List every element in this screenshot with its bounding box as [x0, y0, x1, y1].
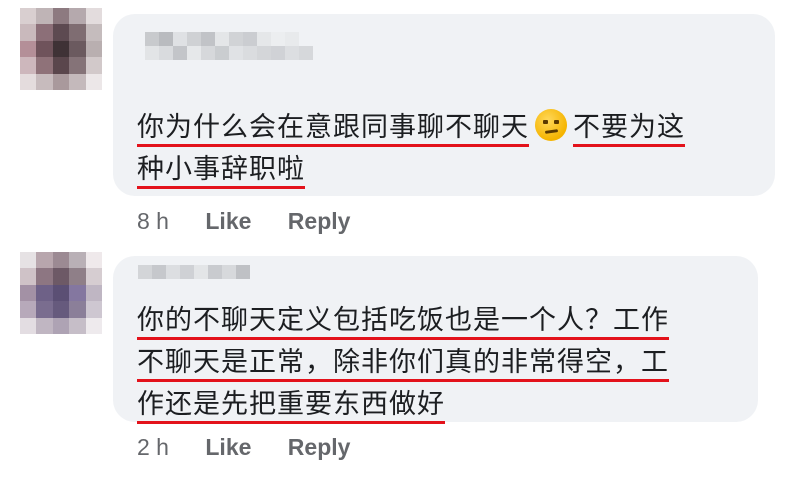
comment-line: 不聊天是正常，除非你们真的非常得空，工	[137, 342, 757, 384]
comment-meta: 8 h Like Reply	[137, 208, 380, 235]
comment-line: 作还是先把重要东西做好	[137, 384, 757, 426]
reply-button[interactable]: Reply	[288, 208, 351, 234]
timestamp[interactable]: 8 h	[137, 208, 169, 234]
comment-line: 你为什么会在意跟同事聊不聊天 不要为这	[137, 107, 777, 149]
underlined-text: 不聊天是正常，除非你们真的非常得空，工	[137, 347, 669, 382]
comment-text: 你为什么会在意跟同事聊不聊天 不要为这 种小事辞职啦	[137, 107, 777, 191]
raised-eyebrow-emoji-icon	[535, 109, 567, 141]
underlined-text: 你为什么会在意跟同事聊不聊天	[137, 112, 529, 147]
like-button[interactable]: Like	[205, 434, 251, 460]
underlined-text: 种小事辞职啦	[137, 154, 305, 189]
like-button[interactable]: Like	[205, 208, 251, 234]
reply-button[interactable]: Reply	[288, 434, 351, 460]
comment-line: 你的不聊天定义包括吃饭也是一个人？工作	[137, 300, 757, 342]
comment-1: 你为什么会在意跟同事聊不聊天 不要为这 种小事辞职啦 8 h Like Reply	[0, 0, 800, 240]
underlined-text: 不要为这	[573, 112, 685, 147]
avatar[interactable]	[20, 8, 102, 90]
comment-meta: 2 h Like Reply	[137, 434, 380, 461]
blurred-author-name[interactable]	[138, 265, 250, 279]
avatar[interactable]	[20, 252, 102, 334]
underlined-text: 你的不聊天定义包括吃饭也是一个人？工作	[137, 305, 669, 340]
blurred-author-name[interactable]	[145, 32, 313, 60]
comment-line: 种小事辞职啦	[137, 149, 777, 191]
comment-2: 你的不聊天定义包括吃饭也是一个人？工作 不聊天是正常，除非你们真的非常得空，工 …	[0, 240, 800, 496]
timestamp[interactable]: 2 h	[137, 434, 169, 460]
underlined-text: 作还是先把重要东西做好	[137, 389, 445, 424]
comment-text: 你的不聊天定义包括吃饭也是一个人？工作 不聊天是正常，除非你们真的非常得空，工 …	[137, 300, 757, 426]
